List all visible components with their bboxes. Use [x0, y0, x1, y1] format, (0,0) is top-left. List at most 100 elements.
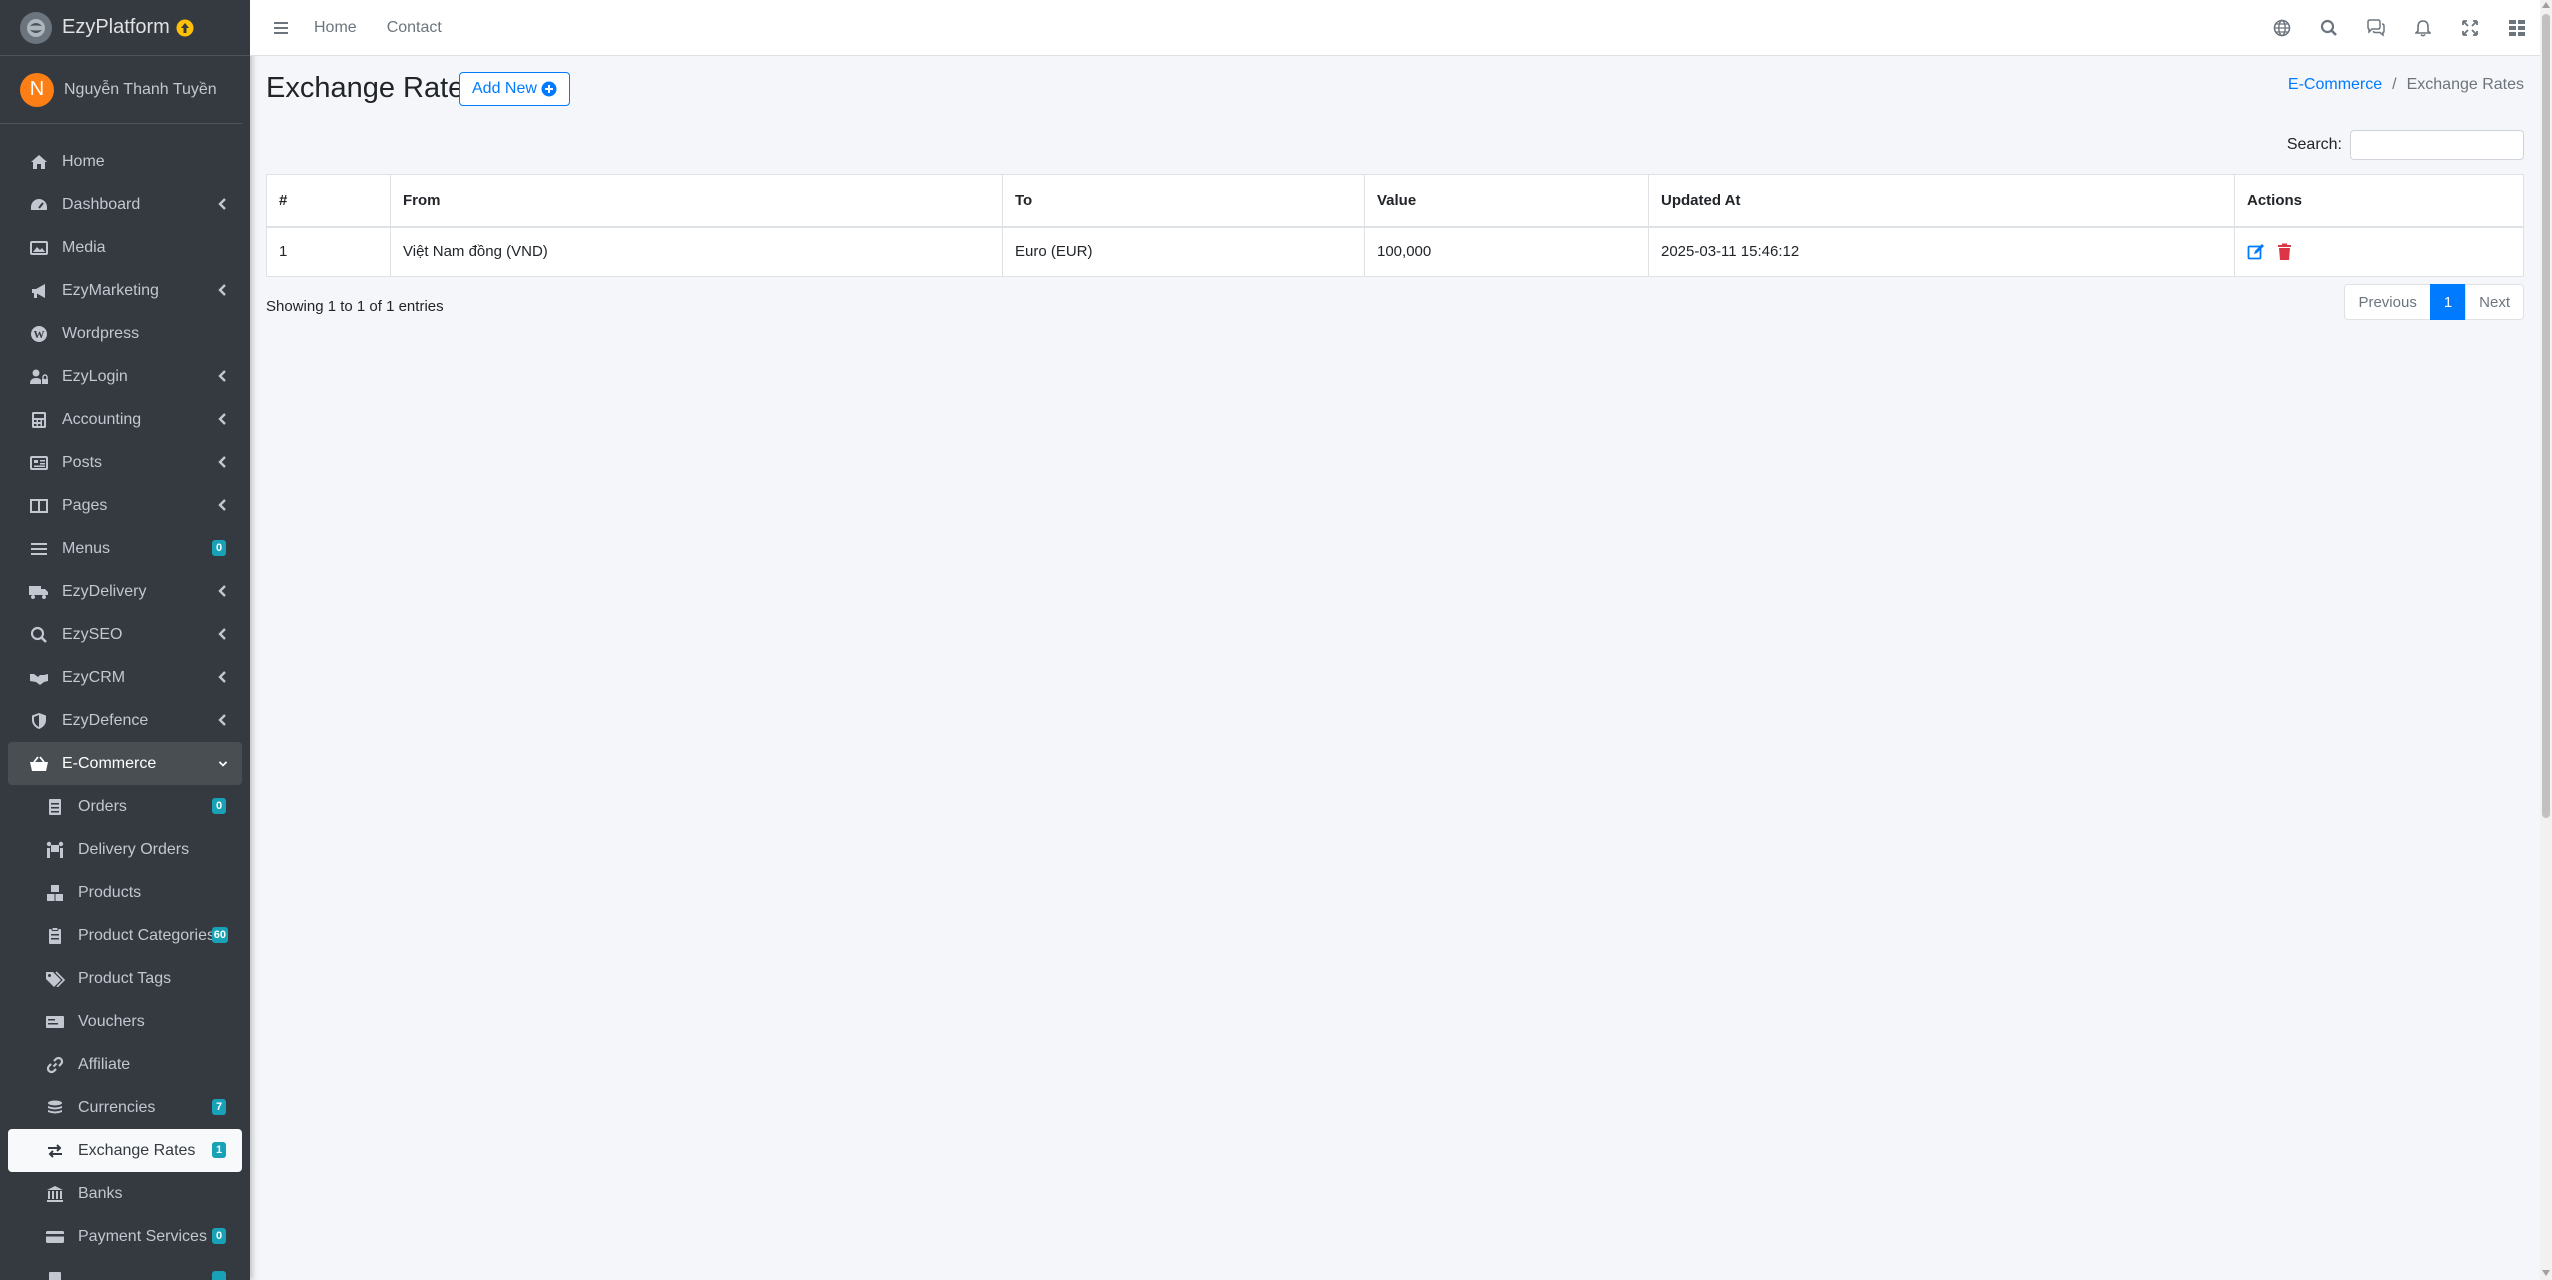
hamburger-menu-icon[interactable]: [272, 19, 292, 37]
image-icon: [28, 239, 50, 257]
sidebar-item-ezydefence[interactable]: EzyDefence: [8, 699, 242, 742]
sidebar-item-menus[interactable]: Menus 0: [8, 527, 242, 570]
chevron-left-icon: [218, 499, 226, 511]
handshake-icon: [28, 669, 50, 687]
sidebar-item-label: Currencies: [78, 1098, 156, 1116]
menus-count-badge: 0: [212, 540, 226, 556]
exchange-alt-icon: [44, 1142, 66, 1160]
sidebar-item-payment-services[interactable]: Payment Services 0: [8, 1215, 242, 1258]
sidebar-item-delivery-orders[interactable]: Delivery Orders: [8, 828, 242, 871]
user-lock-icon: [28, 368, 50, 386]
add-new-button[interactable]: Add New: [459, 72, 570, 106]
sidebar-nav: Home Dashboard Media EzyMarketing W Word…: [0, 124, 250, 1280]
nav-home-link[interactable]: Home: [314, 19, 357, 37]
table-search: Search:: [2287, 130, 2524, 160]
pagination-page-1[interactable]: 1: [2429, 284, 2467, 320]
sidebar-item-home[interactable]: Home: [8, 140, 242, 183]
fullscreen-icon[interactable]: [2446, 0, 2493, 56]
cut-off-count-badge: [212, 1271, 226, 1280]
sidebar-item-label: Payment Services: [78, 1227, 207, 1245]
chevron-left-icon: [218, 671, 226, 683]
sidebar-item-ezycrm[interactable]: EzyCRM: [8, 656, 242, 699]
tachometer-icon: [28, 196, 50, 214]
language-globe-icon[interactable]: [2258, 0, 2305, 56]
sidebar-item-ezymarketing[interactable]: EzyMarketing: [8, 269, 242, 312]
sidebar-item-dashboard[interactable]: Dashboard: [8, 183, 242, 226]
column-header-value[interactable]: Value: [1364, 174, 1649, 228]
home-icon: [28, 153, 50, 171]
scroll-up-arrow-icon[interactable]: [2542, 2, 2550, 8]
navbar-icons: [2258, 0, 2540, 56]
sidebar-item-product-tags[interactable]: Product Tags: [8, 957, 242, 1000]
search-label: Search:: [2286, 136, 2342, 153]
sidebar: EzyPlatform N Nguyễn Thanh Tuyền Home Da…: [0, 0, 250, 1280]
search-input[interactable]: [2350, 130, 2524, 160]
chevron-left-icon: [218, 585, 226, 597]
column-header-updated-at[interactable]: Updated At: [1648, 174, 2235, 228]
edit-icon[interactable]: [2247, 243, 2265, 261]
sidebar-item-pages[interactable]: Pages: [8, 484, 242, 527]
sidebar-item-cut-off[interactable]: [8, 1258, 242, 1280]
main-content: Exchange Rates Add New E-Commerce / Exch…: [250, 56, 2540, 1280]
shield-icon: [28, 712, 50, 730]
scroll-down-arrow-icon[interactable]: [2542, 1270, 2550, 1276]
sidebar-item-ezydelivery[interactable]: EzyDelivery: [8, 570, 242, 613]
sidebar-item-e-commerce[interactable]: E-Commerce: [8, 742, 242, 785]
sidebar-item-ezyseo[interactable]: EzySEO: [8, 613, 242, 656]
chevron-left-icon: [218, 714, 226, 726]
sidebar-item-products[interactable]: Products: [8, 871, 242, 914]
sidebar-item-label: Affiliate: [78, 1055, 131, 1073]
messages-icon[interactable]: [2352, 0, 2399, 56]
brand-link[interactable]: EzyPlatform: [0, 0, 250, 56]
pagination-next[interactable]: Next: [2465, 284, 2524, 320]
page-scrollbar[interactable]: [2540, 0, 2552, 1280]
sidebar-item-accounting[interactable]: Accounting: [8, 398, 242, 441]
sidebar-item-banks[interactable]: Banks: [8, 1172, 242, 1215]
sidebar-item-ezylogin[interactable]: EzyLogin: [8, 355, 242, 398]
sidebar-item-exchange-rates[interactable]: Exchange Rates 1: [8, 1129, 242, 1172]
sidebar-item-wordpress[interactable]: W Wordpress: [8, 312, 242, 355]
user-panel[interactable]: N Nguyễn Thanh Tuyền: [0, 56, 242, 124]
chevron-left-icon: [218, 370, 226, 382]
sidebar-item-label: EzyDefence: [62, 711, 149, 729]
credit-card-icon: [44, 1228, 66, 1246]
upgrade-icon[interactable]: [176, 19, 194, 37]
sidebar-item-label: Accounting: [62, 410, 142, 428]
sidebar-item-orders[interactable]: Orders 0: [8, 785, 242, 828]
bars-icon: [28, 540, 50, 558]
scrollbar-thumb[interactable]: [2542, 14, 2550, 818]
column-header-from[interactable]: From: [390, 174, 1003, 228]
breadcrumb-separator: /: [2392, 76, 2397, 93]
sidebar-item-label: Dashboard: [62, 195, 141, 213]
column-header-to[interactable]: To: [1002, 174, 1365, 228]
notifications-bell-icon[interactable]: [2399, 0, 2446, 56]
sidebar-item-label: EzyCRM: [62, 668, 126, 686]
sidebar-item-affiliate[interactable]: Affiliate: [8, 1043, 242, 1086]
sidebar-item-label: Products: [78, 883, 142, 901]
apps-grid-icon[interactable]: [2493, 0, 2540, 56]
orders-count-badge: 0: [212, 798, 226, 814]
table-info: Showing 1 to 1 of 1 entries: [266, 298, 444, 315]
search-icon[interactable]: [2305, 0, 2352, 56]
trash-icon[interactable]: [2277, 243, 2292, 261]
sidebar-item-label: Pages: [62, 496, 108, 514]
cell-number: 1: [266, 226, 391, 277]
nav-contact-link[interactable]: Contact: [387, 19, 442, 37]
sidebar-item-posts[interactable]: Posts: [8, 441, 242, 484]
sidebar-item-label: EzyDelivery: [62, 582, 147, 600]
breadcrumb-e-commerce-link[interactable]: E-Commerce: [2288, 76, 2382, 94]
sidebar-item-vouchers[interactable]: Vouchers: [8, 1000, 242, 1043]
top-navbar: Home Contact: [250, 0, 2540, 56]
column-header-number[interactable]: #: [266, 174, 391, 228]
exchange-rates-table: # From To Value Updated At Actions 1 Việ…: [266, 174, 2524, 277]
cell-value: 100,000: [1364, 226, 1649, 277]
avatar: N: [20, 72, 54, 107]
calculator-icon: [28, 411, 50, 429]
sidebar-item-product-categories[interactable]: Product Categories 60: [8, 914, 242, 957]
sidebar-item-currencies[interactable]: Currencies 7: [8, 1086, 242, 1129]
table-header-row: # From To Value Updated At Actions: [266, 174, 2524, 228]
sidebar-item-label: Menus: [62, 539, 111, 557]
pagination-previous[interactable]: Previous: [2344, 284, 2431, 320]
sidebar-item-label: EzyLogin: [62, 367, 128, 385]
sidebar-item-media[interactable]: Media: [8, 226, 242, 269]
